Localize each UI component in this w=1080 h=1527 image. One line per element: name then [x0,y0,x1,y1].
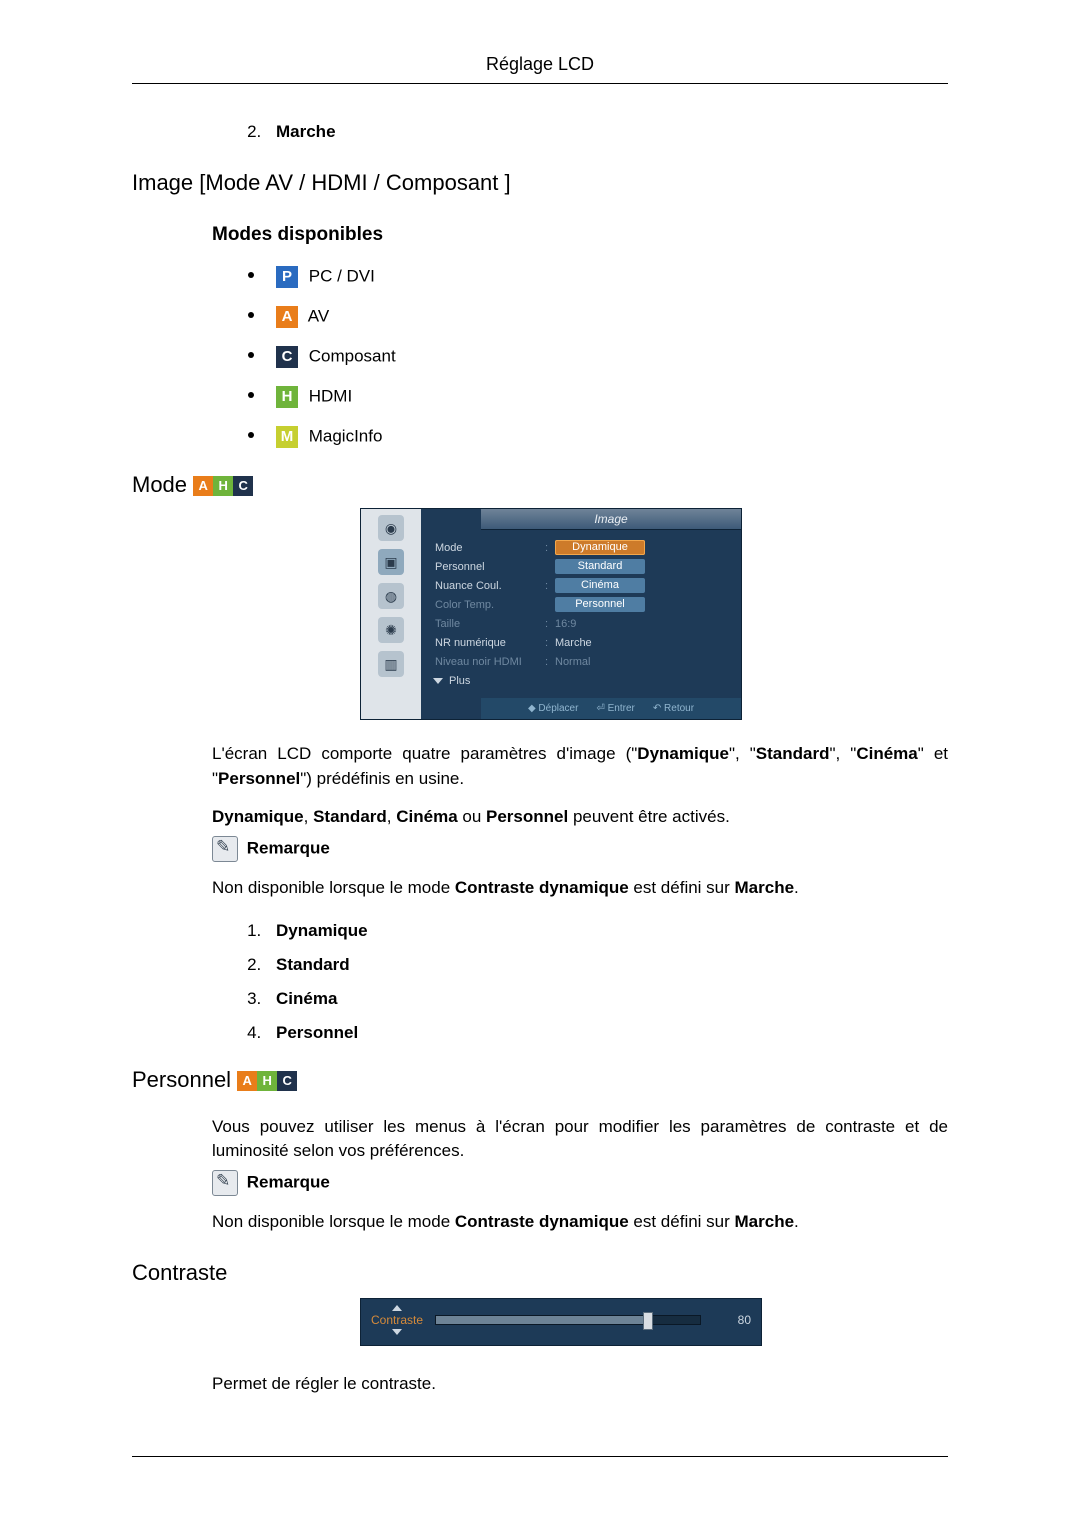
section-personnel-title: Personnel AHC [132,1067,948,1093]
osd-row-nr: NR numérique: Marche [435,633,741,652]
mode-options-list: Dynamique Standard Cinéma Personnel [212,921,948,1043]
osd-title: Image [481,509,741,530]
paragraph-activate: Dynamique, Standard, Cinéma ou Personnel… [212,805,948,830]
page-header-title: Réglage LCD [0,0,1080,75]
osd-option-standard: Standard [555,559,645,574]
h-icon: H [213,476,233,496]
a-icon: A [237,1071,257,1091]
contraste-slider-panel: Contraste 80 [360,1298,762,1346]
osd-category-icons: ◉ ▣ ◍ ✺ ▥ [361,509,421,719]
osd-row-personnel: Personnel Standard [435,557,741,576]
osd-row-plus: Plus [435,671,741,690]
modes-disponibles-title: Modes disponibles [212,224,948,246]
mode-magicinfo: M MagicInfo [248,426,948,448]
osd-panel: ◉ ▣ ◍ ✺ ▥ Image Mode: Dynamique [360,508,742,720]
paragraph-not-available-1: Non disponible lorsque le mode Contraste… [212,876,948,901]
note-icon [212,836,238,862]
p-icon: P [276,266,298,288]
h-icon: H [276,386,298,408]
c-icon: C [277,1071,297,1091]
footer-rule [132,1456,948,1457]
arrow-up-icon [392,1305,402,1311]
osd-footer: ◆ Déplacer ⏎ Entrer ↶ Retour [481,698,741,719]
list-item: Dynamique [266,921,948,941]
note-icon [212,1170,238,1196]
modes-list: P PC / DVI A AV C Composant H HDMI M Mag… [212,266,948,448]
chevron-down-icon [433,678,443,684]
remark-2: Remarque [212,1170,948,1196]
slider-label: Contraste [371,1313,423,1327]
section-image-title: Image [Mode AV / HDMI / Composant ] [132,170,948,196]
paragraph-presets: L'écran LCD comporte quatre paramètres d… [212,742,948,791]
osd-input-icon: ◉ [378,515,404,541]
osd-row-taille: Taille: 16:9 [435,614,741,633]
osd-row-colortemp: Color Temp. Personnel [435,595,741,614]
m-icon: M [276,426,298,448]
paragraph-not-available-2: Non disponible lorsque le mode Contraste… [212,1210,948,1235]
slider-track [435,1315,701,1325]
slider-thumb [643,1312,653,1330]
c-icon: C [276,346,298,368]
section-contraste-title: Contraste [132,1260,948,1286]
paragraph-personnel: Vous pouvez utiliser les menus à l'écran… [212,1115,948,1164]
osd-option-personnel: Personnel [555,597,645,612]
list-item: Cinéma [266,989,948,1009]
list-item: Standard [266,955,948,975]
remark-1: Remarque [212,836,948,862]
slider-value: 80 [713,1313,751,1327]
header-rule [132,83,948,84]
osd-setup-icon: ✺ [378,617,404,643]
mode-av: A AV [248,306,948,328]
osd-row-nuance: Nuance Coul.: Cinéma [435,576,741,595]
c-icon: C [233,476,253,496]
a-icon: A [193,476,213,496]
osd-option-cinema: Cinéma [555,578,645,593]
list-item: Personnel [266,1023,948,1043]
osd-row-mode: Mode: Dynamique [435,538,741,557]
paragraph-contraste: Permet de régler le contraste. [212,1372,948,1397]
osd-multi-icon: ▥ [378,651,404,677]
mode-composant: C Composant [248,346,948,368]
osd-image-icon: ▣ [378,549,404,575]
osd-sound-icon: ◍ [378,583,404,609]
osd-row-niveau: Niveau noir HDMI: Normal [435,652,741,671]
h-icon: H [257,1071,277,1091]
section-mode-title: Mode AHC [132,472,948,498]
osd-option-dynamique: Dynamique [555,540,645,555]
mode-hdmi: H HDMI [248,386,948,408]
arrow-down-icon [392,1329,402,1335]
a-icon: A [276,306,298,328]
list-item-marche: Marche [266,122,948,142]
mode-pc-dvi: P PC / DVI [248,266,948,288]
